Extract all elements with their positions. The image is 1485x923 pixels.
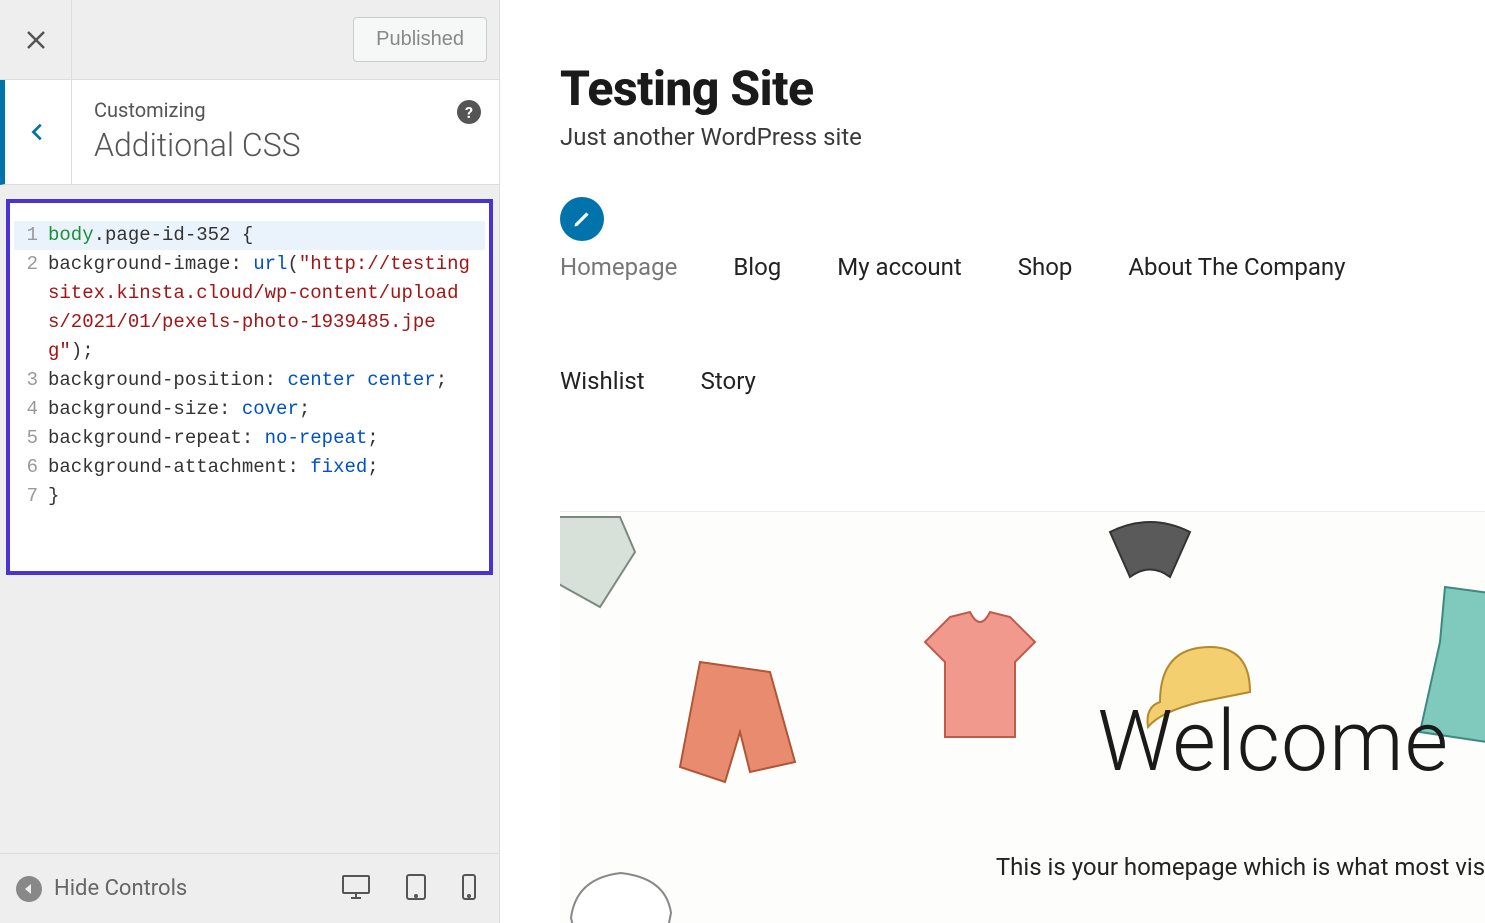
- site-title[interactable]: Testing Site: [560, 60, 1485, 117]
- primary-nav-row-2: Wishlist Story: [560, 367, 1485, 395]
- section-heading-pre: Customizing: [94, 98, 479, 122]
- tablet-preview-button[interactable]: [405, 873, 427, 905]
- line-number: 4: [14, 395, 48, 424]
- chevron-left-icon: [27, 121, 49, 143]
- line-number: 1: [14, 221, 48, 250]
- site-tagline: Just another WordPress site: [560, 123, 1485, 151]
- help-icon[interactable]: ?: [457, 100, 481, 124]
- code-line[interactable]: 5background-repeat: no-repeat;: [14, 424, 485, 453]
- css-editor[interactable]: 1body.page-id-352 {2background-image: ur…: [14, 221, 485, 511]
- code-text: background-position: center center;: [48, 366, 485, 395]
- nav-item-wishlist[interactable]: Wishlist: [560, 367, 645, 395]
- nav-item-about[interactable]: About The Company: [1128, 253, 1345, 281]
- code-line[interactable]: 7}: [14, 482, 485, 511]
- code-text: body.page-id-352 {: [48, 221, 485, 250]
- customizer-sidebar: Published Customizing Additional CSS ? 1…: [0, 0, 500, 923]
- doodle-shoe: [566, 863, 676, 923]
- line-number: 5: [14, 424, 48, 453]
- doodle-sunglasses: [1100, 512, 1200, 592]
- doodle-sock: [560, 512, 640, 612]
- line-number: 7: [14, 482, 48, 511]
- code-text: background-size: cover;: [48, 395, 485, 424]
- customizer-section-header: Customizing Additional CSS ?: [0, 80, 499, 185]
- code-line[interactable]: 2background-image: url("http://testingsi…: [14, 250, 485, 366]
- code-line[interactable]: 1body.page-id-352 {: [14, 221, 485, 250]
- code-text: background-attachment: fixed;: [48, 453, 485, 482]
- code-text: background-repeat: no-repeat;: [48, 424, 485, 453]
- nav-item-shop[interactable]: Shop: [1018, 253, 1073, 281]
- desktop-icon: [341, 874, 371, 900]
- nav-item-blog[interactable]: Blog: [733, 253, 781, 281]
- code-line[interactable]: 3background-position: center center;: [14, 366, 485, 395]
- hide-controls-label: Hide Controls: [54, 876, 187, 901]
- line-number: 6: [14, 453, 48, 482]
- hero-subtitle: This is your homepage which is what most…: [996, 853, 1485, 881]
- doodle-tshirt: [920, 607, 1040, 747]
- sidebar-top-bar: Published: [0, 0, 499, 80]
- nav-item-my-account[interactable]: My account: [837, 253, 961, 281]
- device-preview-switcher: [341, 873, 477, 905]
- css-editor-highlight-box: 1body.page-id-352 {2background-image: ur…: [6, 199, 493, 575]
- code-line[interactable]: 4background-size: cover;: [14, 395, 485, 424]
- primary-nav: Homepage Blog My account Shop About The …: [560, 253, 1485, 281]
- section-heading-main: Additional CSS: [94, 126, 479, 164]
- code-line[interactable]: 6background-attachment: fixed;: [14, 453, 485, 482]
- code-text: background-image: url("http://testingsit…: [48, 250, 485, 366]
- nav-item-story[interactable]: Story: [701, 367, 756, 395]
- site-preview: Testing Site Just another WordPress site…: [500, 0, 1485, 923]
- close-button[interactable]: [0, 0, 72, 80]
- line-number: 2: [14, 250, 48, 366]
- back-button[interactable]: [5, 80, 72, 184]
- nav-item-homepage[interactable]: Homepage: [560, 253, 677, 281]
- pencil-icon: [572, 209, 592, 229]
- close-icon: [24, 28, 48, 52]
- publish-button[interactable]: Published: [353, 17, 487, 62]
- hero-title: Welcome: [1097, 692, 1449, 791]
- mobile-preview-button[interactable]: [461, 873, 477, 905]
- edit-shortcut-button[interactable]: [560, 197, 604, 241]
- tablet-icon: [405, 873, 427, 901]
- mobile-icon: [461, 873, 477, 901]
- desktop-preview-button[interactable]: [341, 874, 371, 904]
- hide-controls-button[interactable]: Hide Controls: [16, 876, 319, 902]
- collapse-icon: [16, 876, 42, 902]
- hero-section: Welcome This is your homepage which is w…: [560, 511, 1485, 923]
- line-number: 3: [14, 366, 48, 395]
- sidebar-bottom-bar: Hide Controls: [0, 853, 499, 923]
- code-text: }: [48, 482, 485, 511]
- doodle-shorts: [670, 652, 800, 812]
